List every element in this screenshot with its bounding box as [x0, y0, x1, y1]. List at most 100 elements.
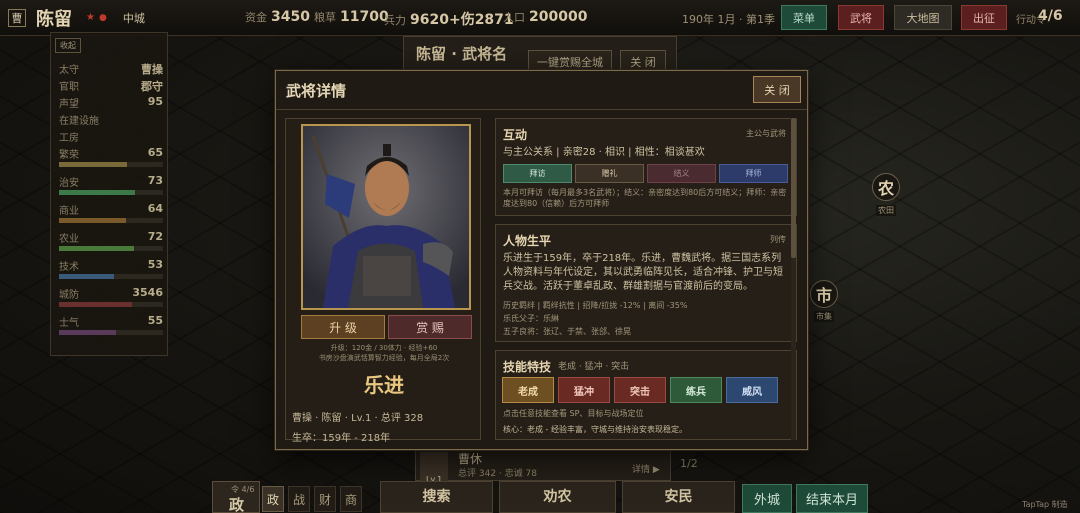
stat-value: 郡守	[141, 80, 163, 93]
portrait-illustration	[303, 126, 469, 308]
stat-row: 农业 72	[59, 230, 163, 245]
skill-charge-button[interactable]: 猛冲	[558, 377, 610, 403]
modal-scrollbar[interactable]	[791, 118, 796, 440]
stat-value: 55	[147, 314, 163, 327]
stat-label: 治安	[59, 178, 79, 189]
farm-map-label: 农田	[876, 205, 896, 216]
stat-row: 商业 64	[59, 202, 163, 217]
officers-button[interactable]: 武将	[838, 5, 884, 30]
stat-bar	[59, 190, 163, 195]
stat-value: 曹操	[141, 63, 163, 76]
stat-row: 城防 3546	[59, 286, 163, 301]
action-search[interactable]: 搜索	[380, 481, 493, 513]
biography-text: 乐进生于159年，卒于218年。乐进，曹魏武将。据三国志系列人物资料与年代设定，…	[503, 253, 783, 292]
interaction-tag: 主公与武将	[746, 129, 786, 138]
family-bond: 乐氏父子：乐綝	[503, 314, 559, 323]
officer-detail-modal: 武将详情 关 闭 升 级 赏 赐 升级：120金 / 30体力 · 经验+60 …	[275, 70, 808, 450]
skill-veteran-button[interactable]: 老成	[502, 377, 554, 403]
stat-bar	[59, 218, 163, 223]
biography-title: 人物生平	[503, 234, 552, 248]
action-farming[interactable]: 劝农	[499, 481, 616, 513]
officer-meta: 总评 342 · 忠诚 78	[458, 469, 537, 479]
stat-row: 工房	[59, 129, 163, 144]
stat-label: 士气	[59, 318, 79, 329]
officer-portrait	[301, 124, 471, 310]
collapse-button[interactable]: 收起	[55, 38, 81, 53]
resource-gold: 资金 3450	[245, 9, 310, 25]
skills-title: 技能特技	[503, 360, 552, 374]
tab-war[interactable]: 战	[288, 486, 310, 512]
stat-label: 农业	[59, 234, 79, 245]
stat-row: 治安 73	[59, 174, 163, 189]
divider	[276, 109, 807, 110]
interaction-title: 互动	[503, 128, 528, 142]
biography-tag: 列传	[770, 235, 786, 244]
watermark: TapTap 制造	[1022, 500, 1068, 509]
governance-main-button[interactable]: 令 4/6 政	[212, 481, 260, 513]
list-item[interactable]: Lv.1 曹休 总评 342 · 忠诚 78 详情 ▶	[415, 449, 671, 484]
tab-finance[interactable]: 财	[314, 486, 336, 512]
interaction-note: 本月可拜访（每月最多3名武将）；结义：亲密度达到80后方可结义；拜师：亲密度达到…	[503, 188, 787, 208]
tab-politics[interactable]: 政	[262, 486, 284, 512]
menu-button[interactable]: 菜单	[781, 5, 827, 30]
officer-name: 曹休	[458, 452, 483, 466]
resource-food: 粮草 11700	[314, 9, 389, 25]
stat-label: 城防	[59, 290, 79, 301]
stat-label: 声望	[59, 99, 79, 110]
stat-label: 繁荣	[59, 150, 79, 161]
lord-dot-icon: ●	[98, 12, 107, 23]
skill-awe-button[interactable]: 威风	[726, 377, 778, 403]
stat-label: 在建设施	[59, 116, 99, 127]
upgrade-cost-note: 升级：120金 / 30体力 · 经验+60	[330, 344, 438, 352]
action-points-value: 4/6	[1038, 8, 1063, 24]
campaign-button[interactable]: 出征	[961, 5, 1007, 30]
officer-name: 乐进	[364, 373, 404, 397]
foreign-city-button[interactable]: 外城	[742, 484, 792, 513]
star-icon: ★	[86, 12, 95, 23]
stat-label: 太守	[59, 65, 79, 76]
market-map-label: 市集	[814, 311, 834, 322]
stat-row: 技术 53	[59, 258, 163, 273]
sworn-brother-button[interactable]: 结义	[647, 164, 716, 183]
skill-assault-button[interactable]: 突击	[614, 377, 666, 403]
stat-label: 官职	[59, 82, 79, 93]
stat-value: 65	[147, 146, 163, 159]
stat-value: 73	[147, 174, 163, 187]
stat-row: 声望 95	[59, 95, 163, 110]
officer-list-title: 陈留 · 武将名	[416, 45, 508, 63]
stat-bar	[59, 302, 163, 307]
biography-panel: 人物生平 列传 乐进生于159年，卒于218年。乐进，曹魏武将。据三国志系列人物…	[495, 224, 797, 342]
officer-summary: 曹操 · 陈留 · Lv.1 · 总评 328	[292, 413, 424, 424]
skills-summary: 老成 · 猛冲 · 突击	[558, 362, 630, 372]
stat-row: 官职 郡守	[59, 78, 163, 94]
modal-close-button[interactable]: 关 闭	[753, 76, 801, 103]
action-pacify[interactable]: 安民	[622, 481, 735, 513]
upgrade-rule-note: 书房沙盘演武恬算智力经验，每月全局2次	[318, 354, 450, 362]
visit-button[interactable]: 拜访	[503, 164, 572, 183]
gift-button[interactable]: 赠礼	[575, 164, 644, 183]
faction-icon: 曹	[8, 8, 26, 27]
end-month-button[interactable]: 结束本月	[796, 484, 868, 513]
city-name[interactable]: 陈留	[36, 5, 72, 31]
market-map-badge[interactable]: 市	[810, 280, 838, 308]
stat-row: 繁荣 65	[59, 146, 163, 161]
five-generals-bond: 五子良将：张辽、于禁、张郃、徐晃	[503, 327, 631, 336]
apprentice-button[interactable]: 拜师	[719, 164, 788, 183]
stat-bar	[59, 330, 163, 335]
stat-bar	[59, 246, 163, 251]
stat-label: 工房	[59, 133, 79, 144]
upgrade-button[interactable]: 升 级	[301, 315, 385, 339]
page-indicator: 1/2	[680, 457, 698, 470]
world-map-button[interactable]: 大地图	[894, 5, 952, 30]
reward-button[interactable]: 赏 赐	[388, 315, 472, 339]
skill-drill-button[interactable]: 练兵	[670, 377, 722, 403]
detail-link[interactable]: 详情 ▶	[632, 462, 660, 475]
stat-row: 在建设施	[59, 112, 163, 127]
core-skill-text: 核心：老成 - 经验丰富，守城与维持治安表现稳定。	[503, 425, 687, 434]
officer-lifespan: 生卒：159年 - 218年	[292, 433, 391, 444]
stat-label: 技术	[59, 262, 79, 273]
stat-row: 太守 曹操	[59, 61, 163, 77]
farm-map-badge[interactable]: 农	[872, 173, 900, 201]
resource-population: 人口 200000	[503, 9, 588, 25]
tab-commerce[interactable]: 商	[340, 486, 362, 512]
